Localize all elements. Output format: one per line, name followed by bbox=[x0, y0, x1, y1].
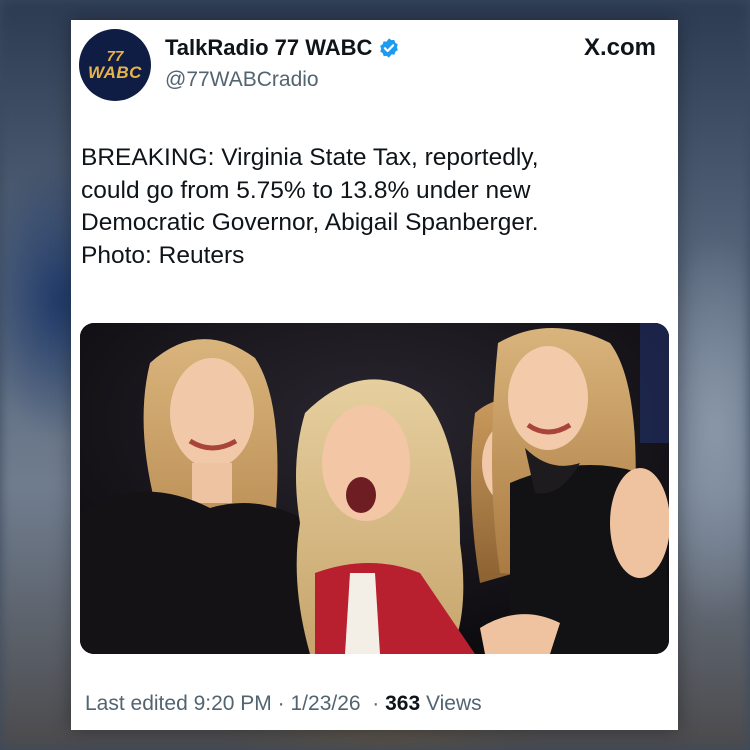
tweet-text: BREAKING: Virginia State Tax, reportedly… bbox=[81, 142, 661, 272]
separator-dot: · bbox=[372, 692, 380, 715]
tweet-footer: Last edited 9:20 PM · 1/23/26 · 363 View… bbox=[85, 692, 482, 716]
avatar[interactable]: 77 WABC bbox=[79, 29, 151, 101]
verified-badge-icon bbox=[380, 38, 399, 58]
tweet-line: could go from 5.75% to 13.8% under new bbox=[81, 176, 531, 204]
avatar-number: 77 bbox=[106, 48, 124, 65]
views-label: Views bbox=[426, 692, 482, 715]
tweet-line: Photo: Reuters bbox=[81, 241, 245, 269]
tweet-line: Democratic Governor, Abigail Spanberger. bbox=[81, 209, 539, 236]
account-handle[interactable]: @77WABCradio bbox=[165, 68, 319, 92]
display-name[interactable]: TalkRadio 77 WABC bbox=[165, 35, 372, 61]
author-row: TalkRadio 77 WABC bbox=[165, 34, 400, 62]
post-time[interactable]: 9:20 PM bbox=[194, 692, 272, 715]
views-count: 363 bbox=[385, 692, 421, 715]
separator-dot: · bbox=[277, 692, 285, 715]
tweet-line: BREAKING: Virginia State Tax, reportedly… bbox=[81, 144, 539, 171]
photo-illustration-icon bbox=[80, 323, 669, 654]
tweet-photo[interactable] bbox=[80, 323, 669, 654]
post-date[interactable]: 1/23/26 bbox=[291, 692, 361, 715]
site-label: X.com bbox=[583, 34, 656, 61]
edited-label: Last edited bbox=[85, 692, 188, 715]
tweet-card: 77 WABC TalkRadio 77 WABC @77WABCradio X… bbox=[71, 20, 678, 730]
avatar-call-letters: WABC bbox=[88, 63, 142, 82]
